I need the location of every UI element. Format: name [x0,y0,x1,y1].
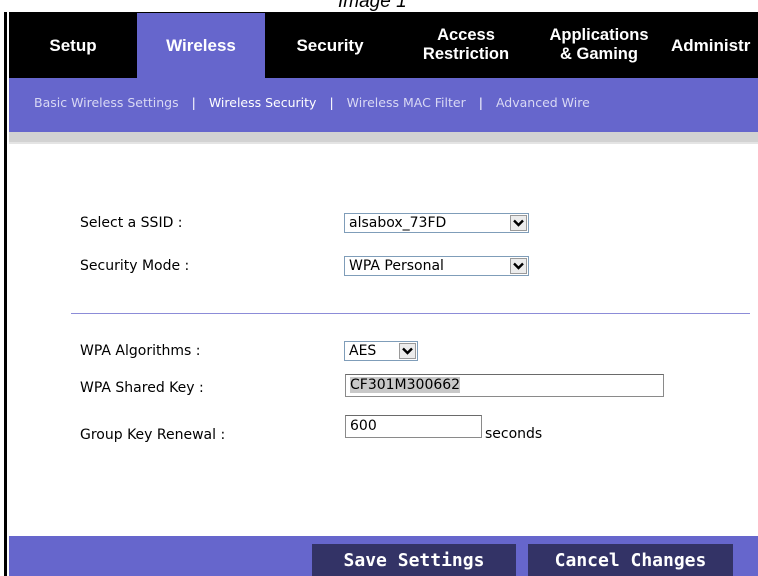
tab-wireless[interactable]: Wireless [137,13,265,78]
group-key-renewal-input[interactable]: 600 [345,415,482,438]
tab-applications-gaming-line2: & Gaming [560,45,638,63]
chevron-down-icon[interactable] [510,215,527,231]
main-nav: Setup Wireless Security Access Restricti… [9,12,758,78]
left-frame-border [0,12,9,576]
subnav-advanced-wireless-settings[interactable]: Advanced Wire [496,95,590,110]
wpa-shared-key-input[interactable]: CF301M300662 [345,374,664,397]
tab-access-restriction[interactable]: Access Restriction [399,12,533,78]
section-divider [71,313,750,314]
tab-applications-gaming-line1: Applications [549,26,649,44]
save-settings-button[interactable]: Save Settings [312,544,516,576]
security-mode-select-value: WPA Personal [349,258,444,274]
tab-administration-label: Administr [671,35,751,55]
ssid-select-value: alsabox_73FD [349,215,447,231]
image-caption-text: Image 1 [338,0,407,12]
subnav-wireless-mac-filter[interactable]: Wireless MAC Filter [347,95,466,110]
group-key-renewal-unit: seconds [485,426,543,442]
group-key-renewal-value: 600 [350,418,377,434]
wpa-algorithms-label: WPA Algorithms : [80,343,201,359]
subnav-separator: | [478,95,483,110]
security-mode-select[interactable]: WPA Personal [344,256,529,276]
group-key-renewal-label: Group Key Renewal : [80,427,226,443]
wpa-algorithms-select-value: AES [349,343,377,359]
tab-security[interactable]: Security [265,12,395,78]
tab-setup-label: Setup [49,35,97,55]
ssid-label: Select a SSID : [80,215,183,231]
subnav-separator: | [191,95,196,110]
tab-wireless-label: Wireless [166,36,236,55]
wpa-algorithms-select[interactable]: AES [344,341,418,361]
wpa-shared-key-value: CF301M300662 [350,377,461,393]
tab-applications-gaming[interactable]: Applications & Gaming [535,12,663,78]
wpa-shared-key-label: WPA Shared Key : [80,380,204,396]
tab-access-restriction-line1: Access [437,26,495,44]
subnav-wireless-security[interactable]: Wireless Security [209,95,317,110]
cancel-changes-button[interactable]: Cancel Changes [528,544,733,576]
subnav-basic-wireless-settings[interactable]: Basic Wireless Settings [34,95,179,110]
image-caption: Image 1 [0,0,758,12]
subnav-separator: | [329,95,334,110]
ssid-select[interactable]: alsabox_73FD [344,213,529,233]
chevron-down-icon[interactable] [399,343,416,359]
content-top-line [9,142,758,144]
sub-nav: Basic Wireless Settings | Wireless Securit… [9,78,758,132]
tab-administration[interactable]: Administr [665,12,758,78]
tab-access-restriction-line2: Restriction [422,45,510,63]
tab-setup[interactable]: Setup [9,12,137,78]
tab-security-label: Security [296,35,364,55]
content-top-band [9,132,758,142]
chevron-down-icon[interactable] [510,258,527,274]
security-mode-label: Security Mode : [80,258,190,274]
